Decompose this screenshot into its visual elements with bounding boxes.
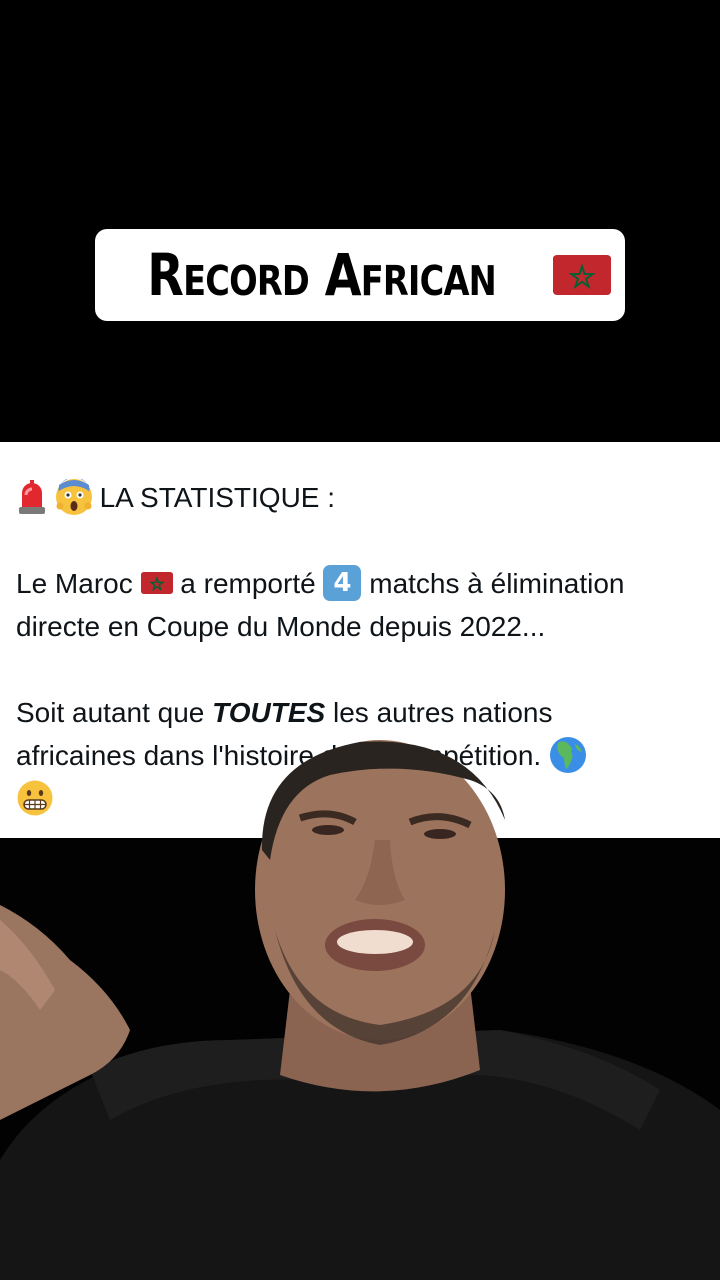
tweet-line-2: Le Maroc a remporté 4 matchs à éliminati…: [16, 562, 704, 605]
tweet-line-3: directe en Coupe du Monde depuis 2022...: [16, 611, 546, 642]
tweet-text: Le Maroc: [16, 568, 133, 599]
tweet-text: a remporté: [180, 568, 316, 599]
video-title: Record African: [147, 241, 498, 309]
emphasis-text: TOUTES: [212, 697, 326, 728]
title-pill: Record African: [95, 229, 625, 321]
morocco-flag-icon: [140, 571, 173, 594]
tweet-text: les autres nations: [333, 697, 553, 728]
tweet-line-4: Soit autant que TOUTES les autres nation…: [16, 691, 704, 734]
statistic-heading: LA STATISTIQUE :: [99, 482, 336, 513]
tweet-line-1: LA STATISTIQUE :: [16, 476, 704, 519]
scream-face-icon: [55, 478, 92, 515]
tweet-text: Soit autant que: [16, 697, 205, 728]
keycap-four-icon: 4: [323, 564, 362, 601]
video-frame: Record African LA STATISTIQUE: Le Maroc…: [0, 0, 720, 1280]
tweet-text: matchs à élimination: [369, 568, 625, 599]
morocco-flag-icon: [552, 255, 611, 295]
police-light-icon: [16, 479, 48, 515]
title-banner: Record African: [0, 0, 720, 442]
person-silhouette: [0, 740, 720, 1280]
